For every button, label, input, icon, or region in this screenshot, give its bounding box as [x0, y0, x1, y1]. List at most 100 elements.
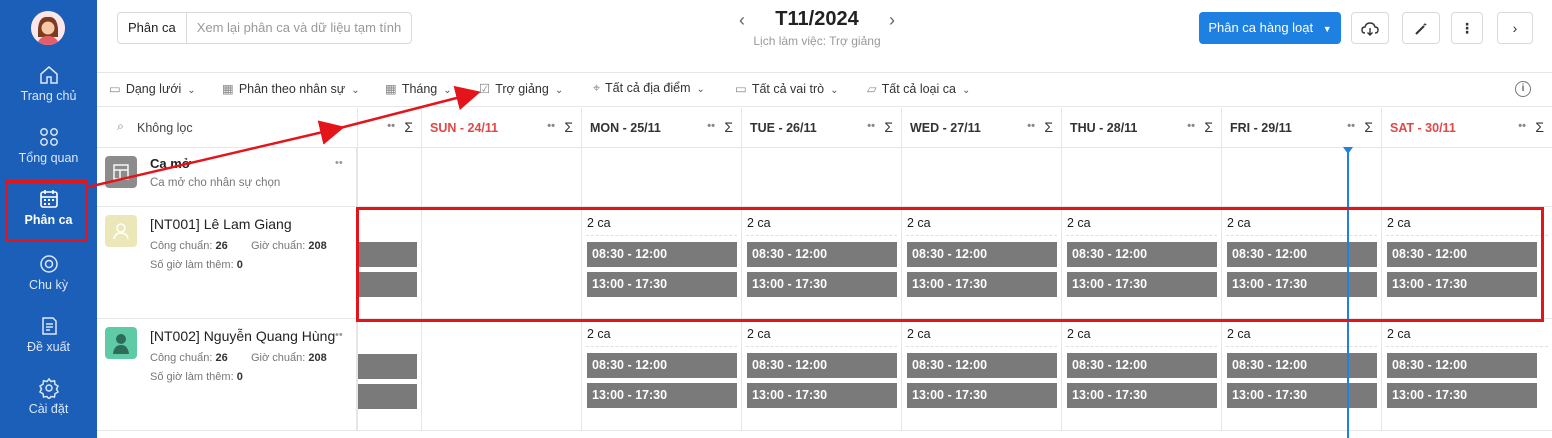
view-grid-dropdown[interactable]: ▭ Dạng lưới ⌄: [109, 81, 196, 96]
open-cell[interactable]: [1061, 148, 1221, 206]
sum-icon[interactable]: Σ: [724, 119, 733, 135]
sum-icon[interactable]: Σ: [884, 119, 893, 135]
shift-block[interactable]: [358, 384, 417, 409]
day-cell[interactable]: 2 ca 08:30 - 12:00 13:00 - 17:30: [1221, 319, 1381, 430]
drag-handle-icon[interactable]: ••: [1027, 120, 1035, 132]
drag-handle-icon[interactable]: ••: [707, 120, 715, 132]
schedule-subtitle: Lịch làm việc: Trợ giảng: [753, 34, 881, 48]
day-header-tue[interactable]: TUE - 26/11 •• Σ: [741, 108, 901, 148]
day-cell[interactable]: 2 ca 08:30 - 12:00 13:00 - 17:30: [1381, 319, 1552, 430]
divider: [1066, 346, 1217, 347]
drag-handle-icon[interactable]: ••: [1187, 120, 1195, 132]
group-by-dropdown[interactable]: ▦ Phân theo nhân sự ⌄: [222, 81, 360, 96]
bulk-shift-button[interactable]: Phân ca hàng loạt ▼: [1199, 12, 1341, 44]
shift-type-dropdown[interactable]: ▱ Tất cả loại ca ⌄: [867, 81, 970, 96]
chevron-right-icon[interactable]: ›: [889, 10, 895, 31]
cloud-download-icon: [1361, 22, 1379, 37]
day-header-fri[interactable]: FRI - 29/11 •• Σ: [1221, 108, 1381, 148]
drag-handle-icon[interactable]: ••: [1347, 120, 1355, 132]
drag-handle-icon[interactable]: ••: [1518, 120, 1526, 132]
drag-handle-icon[interactable]: ••: [335, 329, 343, 341]
shift-block[interactable]: 13:00 - 17:30: [1227, 383, 1377, 408]
caret-down-icon: ▼: [1322, 24, 1332, 34]
shift-block[interactable]: 08:30 - 12:00: [907, 353, 1057, 378]
shift-block[interactable]: 13:00 - 17:30: [1387, 383, 1537, 408]
segment-label[interactable]: Phân ca: [118, 13, 187, 43]
shift-block[interactable]: 13:00 - 17:30: [587, 383, 737, 408]
open-cell[interactable]: [357, 148, 421, 206]
open-cell[interactable]: [581, 148, 741, 206]
employee-name[interactable]: [NT002] Nguyễn Quang Hùng: [150, 328, 335, 344]
view-segment[interactable]: Phân ca Xem lại phân ca và dữ liệu tạm t…: [117, 12, 413, 44]
open-cell[interactable]: [741, 148, 901, 206]
day-cell[interactable]: [421, 319, 581, 430]
shift-block[interactable]: 08:30 - 12:00: [747, 353, 897, 378]
sidebar-item-overview[interactable]: Tổng quan: [0, 126, 97, 188]
shift-block[interactable]: 08:30 - 12:00: [1387, 353, 1537, 378]
day-cell[interactable]: [357, 319, 421, 430]
overtime-value: 0: [236, 371, 243, 383]
day-header-thu[interactable]: THU - 28/11 •• Σ: [1061, 108, 1221, 148]
open-cell[interactable]: [1381, 148, 1552, 206]
document-icon: [41, 317, 57, 335]
info-icon[interactable]: i: [1515, 81, 1531, 97]
employee-filter[interactable]: ⌕ Không lọc: [97, 108, 357, 148]
sum-icon[interactable]: Σ: [1535, 119, 1544, 135]
shift-block[interactable]: 13:00 - 17:30: [1067, 383, 1217, 408]
standard-days-value: 26: [215, 240, 228, 252]
shift-block[interactable]: 08:30 - 12:00: [1227, 353, 1377, 378]
shift-block[interactable]: 13:00 - 17:30: [907, 383, 1057, 408]
sum-icon[interactable]: Σ: [404, 119, 413, 135]
month-navigator: ‹ T11/2024 ›: [737, 8, 897, 31]
sum-icon[interactable]: Σ: [1364, 119, 1373, 135]
shift-count: 2 ca: [1227, 327, 1251, 341]
day-cell[interactable]: 2 ca 08:30 - 12:00 13:00 - 17:30: [1061, 319, 1221, 430]
day-cell[interactable]: 2 ca 08:30 - 12:00 13:00 - 17:30: [741, 319, 901, 430]
sidebar-item-settings[interactable]: Cài đặt: [0, 377, 97, 438]
sidebar-item-proposal[interactable]: Đề xuất: [0, 315, 97, 377]
drag-handle-icon[interactable]: ••: [867, 120, 875, 132]
role-dropdown[interactable]: ▭ Tất cả vai trò ⌄: [735, 81, 838, 96]
drag-handle-icon[interactable]: ••: [547, 120, 555, 132]
folder-icon: ▱: [867, 82, 877, 96]
chevron-left-icon[interactable]: ‹: [739, 10, 745, 31]
more-options-button[interactable]: ⋮: [1451, 12, 1483, 44]
next-panel-button[interactable]: ›: [1497, 12, 1533, 44]
shift-block[interactable]: [358, 354, 417, 379]
shift-block[interactable]: 08:30 - 12:00: [1067, 353, 1217, 378]
standard-hours-label: Giờ chuẩn:: [251, 240, 306, 252]
day-cell[interactable]: 2 ca 08:30 - 12:00 13:00 - 17:30: [901, 319, 1061, 430]
sidebar-item-home[interactable]: Trang chủ: [0, 64, 97, 126]
shift-block[interactable]: 13:00 - 17:30: [747, 383, 897, 408]
day-header-sat[interactable]: SAT - 30/11 •• Σ: [1381, 108, 1552, 148]
user-avatar[interactable]: [31, 11, 65, 45]
location-dropdown[interactable]: ⌖ Tất cả địa điểm ⌄: [593, 81, 705, 96]
day-header-sun[interactable]: SUN - 24/11 •• Σ: [421, 108, 581, 148]
overtime-value: 0: [236, 259, 243, 271]
open-cell[interactable]: [421, 148, 581, 206]
employee-name[interactable]: [NT001] Lê Lam Giang: [150, 216, 292, 232]
sum-icon[interactable]: Σ: [1044, 119, 1053, 135]
period-dropdown[interactable]: ▦ Tháng ⌄: [385, 81, 452, 96]
day-label: TUE - 26/11: [750, 121, 817, 135]
schedule-type-dropdown[interactable]: ☑ Trợ giảng ⌄: [479, 81, 563, 96]
location-pin-icon: ⌖: [593, 81, 601, 95]
divider: [906, 346, 1057, 347]
drag-handle-icon[interactable]: ••: [335, 157, 343, 169]
open-cell[interactable]: [1221, 148, 1381, 206]
standard-hours: Giờ chuẩn: 208: [251, 352, 327, 364]
segment-placeholder[interactable]: Xem lại phân ca và dữ liệu tạm tính: [187, 13, 412, 43]
shift-block[interactable]: 08:30 - 12:00: [587, 353, 737, 378]
day-cell[interactable]: 2 ca 08:30 - 12:00 13:00 - 17:30: [581, 319, 741, 430]
cloud-download-button[interactable]: [1351, 12, 1389, 44]
sum-icon[interactable]: Σ: [564, 119, 573, 135]
open-cell[interactable]: [901, 148, 1061, 206]
day-header-prev[interactable]: •• Σ: [357, 108, 421, 148]
drag-handle-icon[interactable]: ••: [387, 120, 395, 132]
day-header-mon[interactable]: MON - 25/11 •• Σ: [581, 108, 741, 148]
magic-wand-button[interactable]: [1402, 12, 1440, 44]
sidebar-item-cycle[interactable]: Chu kỳ: [0, 253, 97, 315]
day-header-wed[interactable]: WED - 27/11 •• Σ: [901, 108, 1061, 148]
sum-icon[interactable]: Σ: [1204, 119, 1213, 135]
grid-icon: [39, 128, 58, 146]
